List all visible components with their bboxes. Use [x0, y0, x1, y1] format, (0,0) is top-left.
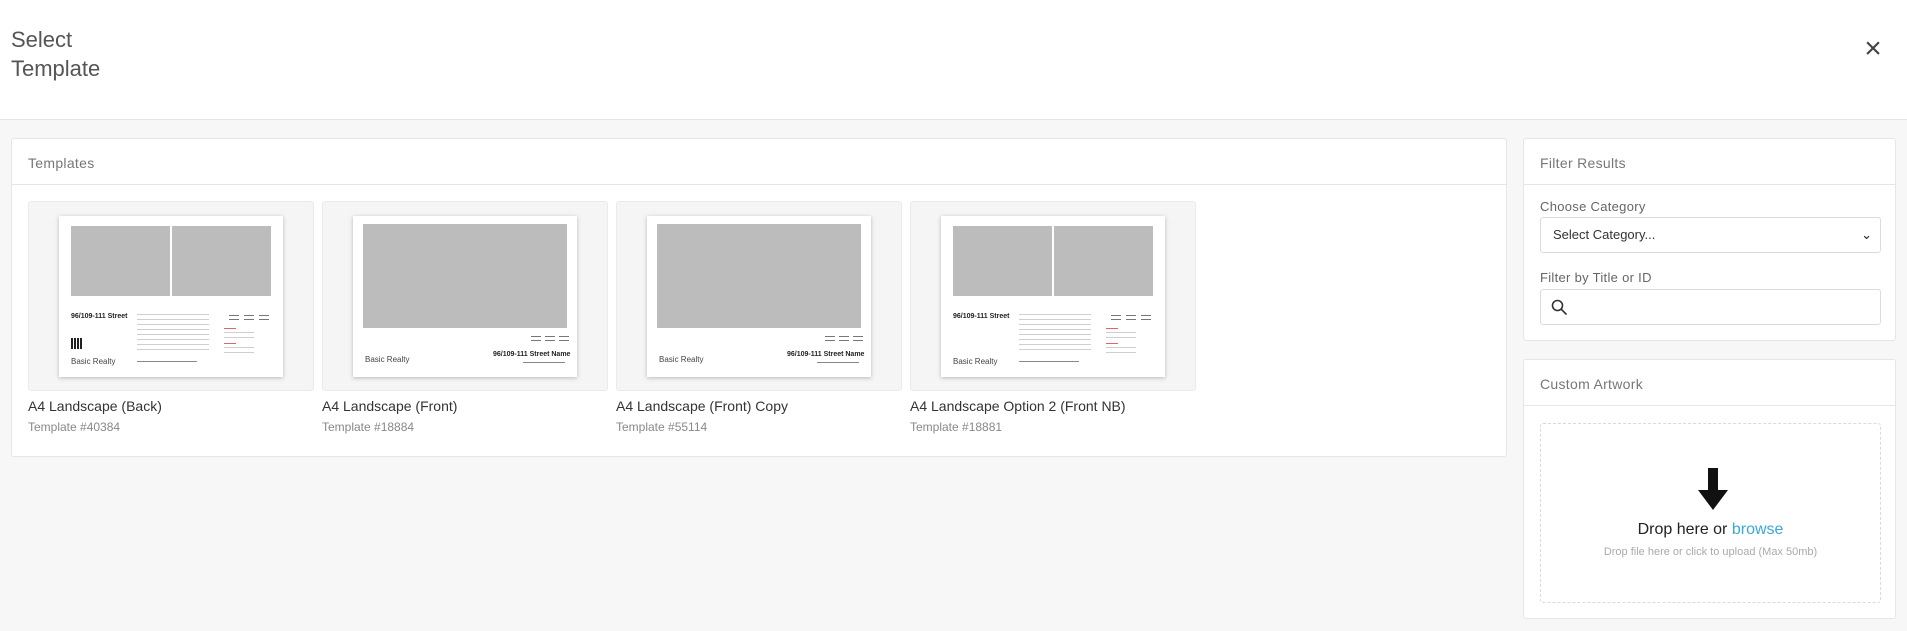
- template-preview: Basic Realty 96/109-111 Street Name: [353, 216, 577, 377]
- drop-hint: Drop file here or click to upload (Max 5…: [1603, 546, 1818, 558]
- modal-title: Select Template: [11, 25, 100, 83]
- search-label: Filter by Title or ID: [1540, 270, 1652, 285]
- search-field[interactable]: [1540, 289, 1881, 325]
- template-preview: Basic Realty 96/109-111 Street Name: [647, 216, 871, 377]
- preview-address: 96/109-111 Street Name: [787, 351, 865, 358]
- browse-link[interactable]: browse: [1732, 521, 1784, 538]
- image-placeholder: [657, 224, 861, 328]
- download-arrow-icon: [1698, 468, 1728, 510]
- custom-artwork-panel: Custom Artwork Drop here or browse Drop …: [1523, 359, 1896, 619]
- preview-brand: Basic Realty: [953, 357, 998, 366]
- filter-heading: Filter Results: [1524, 139, 1895, 185]
- search-icon: [1551, 299, 1567, 315]
- templates-heading: Templates: [12, 139, 1506, 185]
- template-preview: 96/109-111 Street Basic Realty: [941, 216, 1165, 377]
- image-placeholder: [71, 226, 170, 296]
- template-id: Template #18884: [322, 420, 415, 434]
- category-select[interactable]: Select Category... ⌄: [1540, 217, 1881, 253]
- template-id: Template #55114: [616, 420, 708, 434]
- image-placeholder: [172, 226, 271, 296]
- template-card-40384[interactable]: 96/109-111 Street Basic Realty A4 Landsc…: [28, 201, 314, 434]
- close-icon[interactable]: ×: [1858, 34, 1888, 64]
- template-thumbnail[interactable]: 96/109-111 Street Basic Realty: [28, 201, 314, 391]
- template-id: Template #18881: [910, 420, 1003, 434]
- template-title[interactable]: A4 Landscape (Back): [28, 398, 314, 414]
- drop-text: Drop here or: [1637, 521, 1728, 538]
- template-id: Template #40384: [28, 420, 121, 434]
- preview-brand: Basic Realty: [71, 357, 116, 366]
- file-dropzone[interactable]: Drop here or browse Drop file here or cl…: [1540, 423, 1881, 603]
- image-placeholder: [1054, 226, 1153, 296]
- image-placeholder: [363, 224, 567, 328]
- modal-title-line-1: Select: [11, 27, 73, 52]
- template-thumbnail[interactable]: Basic Realty 96/109-111 Street Name: [616, 201, 902, 391]
- preview-brand: Basic Realty: [365, 355, 410, 364]
- template-title[interactable]: A4 Landscape (Front): [322, 398, 608, 414]
- template-thumbnail[interactable]: 96/109-111 Street Basic Realty: [910, 201, 1196, 391]
- search-input[interactable]: [1577, 290, 1877, 324]
- preview-address: 96/109-111 Street: [953, 313, 1010, 320]
- drop-instructions: Drop here or browse: [1541, 521, 1880, 539]
- template-preview: 96/109-111 Street Basic Realty: [59, 216, 283, 377]
- modal-title-line-2: Template: [11, 56, 101, 81]
- chevron-down-icon: ⌄: [1861, 227, 1872, 242]
- templates-panel: Templates 96/109-111 Street Basic Realty: [11, 138, 1507, 457]
- image-placeholder: [953, 226, 1052, 296]
- preview-address: 96/109-111 Street: [71, 313, 128, 320]
- preview-brand: Basic Realty: [659, 355, 704, 364]
- template-thumbnail[interactable]: Basic Realty 96/109-111 Street Name: [322, 201, 608, 391]
- template-card-18881[interactable]: 96/109-111 Street Basic Realty A4 Landsc…: [910, 201, 1196, 434]
- template-title[interactable]: A4 Landscape (Front) Copy: [616, 398, 902, 414]
- qr-code-icon: [71, 338, 82, 349]
- category-label: Choose Category: [1540, 199, 1646, 214]
- category-selected-value: Select Category...: [1553, 227, 1656, 242]
- modal-header: Select Template ×: [0, 0, 1907, 120]
- template-card-18884[interactable]: Basic Realty 96/109-111 Street Name A4 L…: [322, 201, 608, 434]
- preview-address: 96/109-111 Street Name: [493, 351, 571, 358]
- custom-artwork-heading: Custom Artwork: [1524, 360, 1895, 406]
- template-card-55114[interactable]: Basic Realty 96/109-111 Street Name A4 L…: [616, 201, 902, 434]
- filter-panel: Filter Results Choose Category Select Ca…: [1523, 138, 1896, 341]
- template-title[interactable]: A4 Landscape Option 2 (Front NB): [910, 398, 1196, 414]
